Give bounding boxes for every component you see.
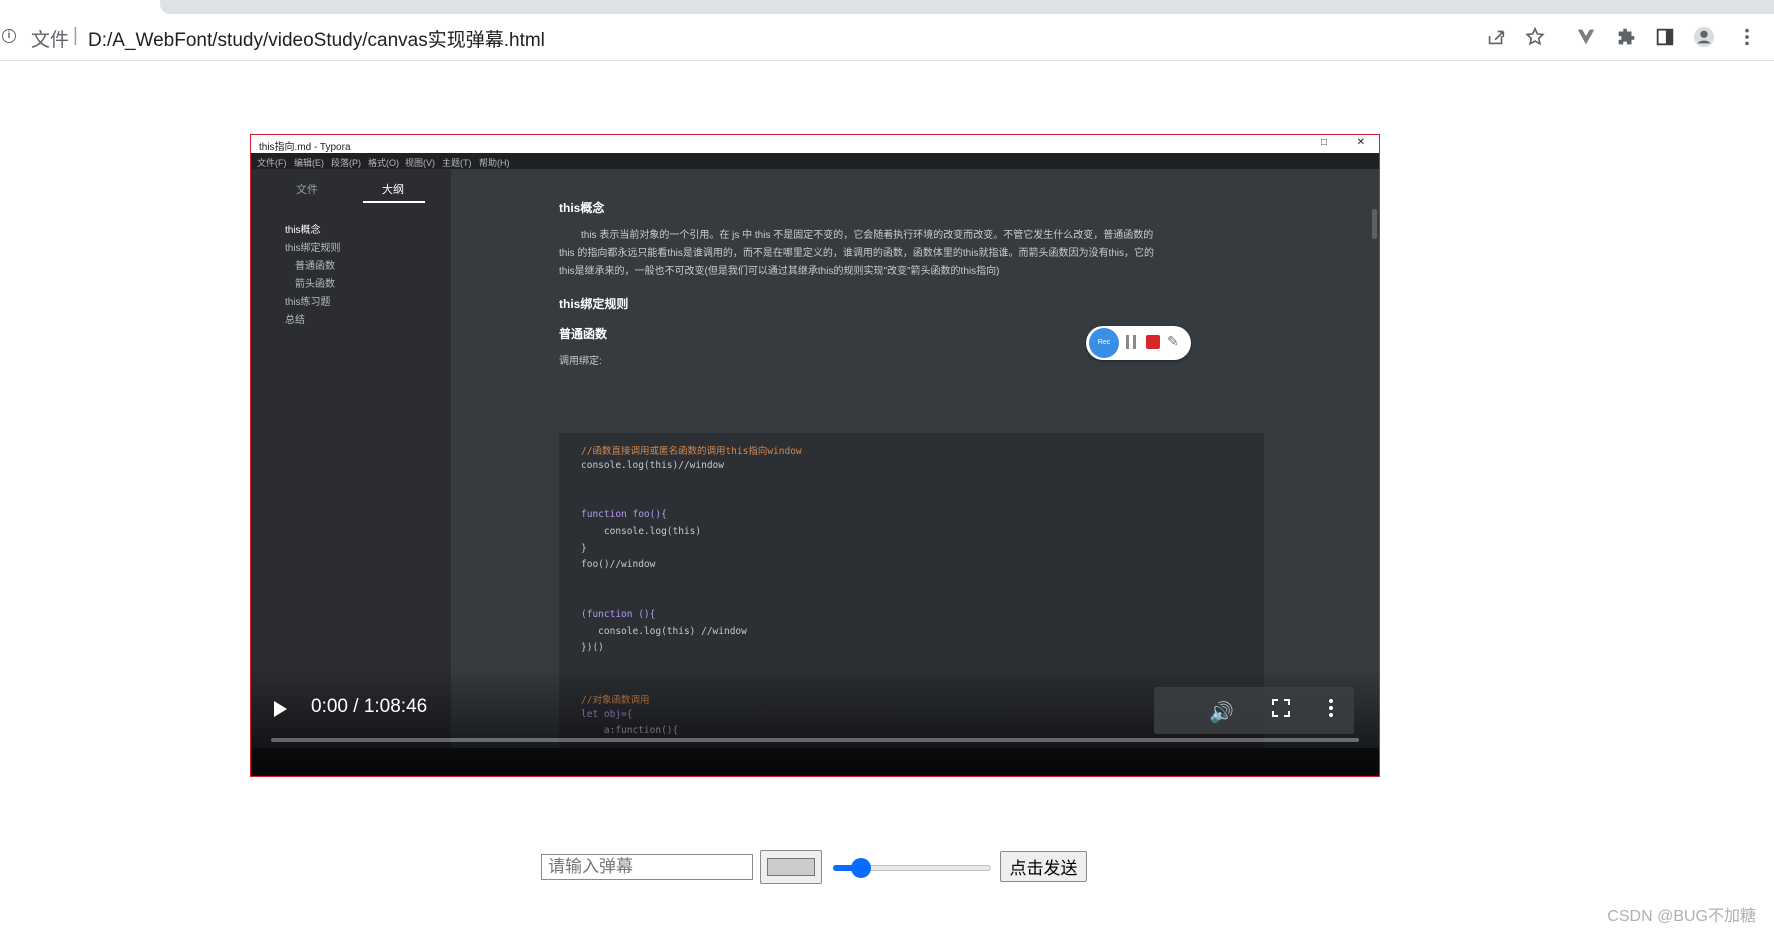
file-scheme-label: 文件 <box>31 30 70 51</box>
stop-icon <box>1146 335 1160 349</box>
menu-icon[interactable] <box>1735 25 1759 49</box>
tab-strip <box>0 0 1774 14</box>
send-danmu-button[interactable]: 点击发送 <box>1000 851 1087 882</box>
code-line: foo()//window <box>581 559 656 571</box>
play-icon[interactable] <box>274 701 287 717</box>
more-options-icon[interactable] <box>1329 699 1333 719</box>
menu-item: 视图(V) <box>405 158 435 168</box>
danmu-speed-slider[interactable] <box>833 858 991 878</box>
vue-devtools-icon[interactable] <box>1574 25 1598 49</box>
maximize-icon: □ <box>1320 137 1327 148</box>
menu-item: 编辑(E) <box>294 158 324 168</box>
recorded-window-titlebar: this指向.md - Typora □ ✕ <box>251 135 1379 153</box>
url-text[interactable]: D:/A_WebFont/study/videoStudy/canvas实现弹幕… <box>88 25 545 52</box>
share-icon[interactable] <box>1484 25 1508 49</box>
screen-recorder-widget: Rec ✎ <box>1086 326 1191 360</box>
recorded-window-title: this指向.md - Typora <box>259 142 351 153</box>
call-binding-label: 调用绑定: <box>559 356 602 367</box>
site-info-icon[interactable]: i <box>2 29 16 43</box>
outline-item: this练习题 <box>285 297 331 308</box>
code-line: })() <box>581 642 604 654</box>
tab-outline: 大纲 <box>382 184 404 196</box>
menu-item: 帮助(H) <box>479 158 510 168</box>
side-panel-icon[interactable] <box>1653 25 1677 49</box>
menu-item: 文件(F) <box>257 158 287 168</box>
video-player[interactable]: this指向.md - Typora □ ✕ 文件(F) 编辑(E) 段落(P)… <box>250 134 1380 777</box>
menu-item: 格式(O) <box>368 158 399 168</box>
fullscreen-icon[interactable] <box>1272 699 1290 717</box>
paragraph-line: this 的指向都永远只能看this是谁调用的，而不是在哪里定义的，谁调用的函数… <box>559 248 1155 259</box>
video-controls-overflow: 🔊 <box>1154 687 1354 734</box>
tab-strip-bg <box>160 0 1774 14</box>
paragraph-line: this 表示当前对象的一个引用。在 js 中 this 不是固定不变的，它会随… <box>581 230 1154 241</box>
csdn-watermark: CSDN @BUG不加糖 <box>1607 908 1756 925</box>
outline-item: 总结 <box>285 315 305 326</box>
code-line: (function (){ <box>581 609 656 620</box>
heading-normal-function: 普通函数 <box>559 327 608 341</box>
tab-files: 文件 <box>296 184 318 196</box>
outline-item: 普通函数 <box>295 261 335 272</box>
paragraph: this 表示当前对象的一个引用。在 js 中 this 不是固定不变的，它会随… <box>559 227 1269 281</box>
volume-icon[interactable]: 🔊 <box>1209 700 1234 725</box>
pen-icon: ✎ <box>1167 333 1179 349</box>
danmu-color-picker[interactable] <box>760 850 822 884</box>
scheme-separator: | <box>73 25 78 46</box>
video-progress-bar[interactable] <box>271 738 1359 742</box>
pause-icon <box>1126 335 1138 349</box>
extensions-icon[interactable] <box>1614 25 1638 49</box>
menu-item: 主题(T) <box>442 158 472 168</box>
time-display: 0:00 / 1:08:46 <box>311 696 428 717</box>
active-tab-underline <box>363 201 425 203</box>
heading-binding-rules: this绑定规则 <box>559 297 629 311</box>
recorder-timer: Rec <box>1089 328 1119 358</box>
danmu-text-input[interactable] <box>541 854 753 880</box>
outline-item: 箭头函数 <box>295 279 335 290</box>
star-icon[interactable] <box>1523 25 1547 49</box>
outline-item: this概念 <box>285 225 321 236</box>
close-icon: ✕ <box>1356 137 1365 148</box>
code-line: console.log(this)//window <box>581 459 724 471</box>
paragraph-line: this是继承来的，一般也不可改变(但是我们可以通过其继承this的规则实现"改… <box>559 266 1000 277</box>
code-line: console.log(this) <box>581 526 702 537</box>
editor-scrollbar <box>1372 209 1377 239</box>
profile-icon[interactable] <box>1692 25 1716 49</box>
code-line: //函数直接调用或匿名函数的调用this指向window <box>581 446 802 457</box>
address-bar[interactable]: i 文件 | D:/A_WebFont/study/videoStudy/can… <box>0 14 1774 61</box>
recorded-menubar: 文件(F) 编辑(E) 段落(P) 格式(O) 视图(V) 主题(T) 帮助(H… <box>251 153 1379 169</box>
menu-item: 段落(P) <box>331 158 361 168</box>
slider-thumb[interactable] <box>851 858 872 878</box>
code-line: function foo(){ <box>581 509 667 521</box>
code-line: console.log(this) //window <box>581 625 747 637</box>
color-swatch <box>767 858 815 876</box>
code-line: } <box>581 542 587 554</box>
heading-this-concept: this概念 <box>559 201 605 215</box>
outline-item: this绑定规则 <box>285 243 341 254</box>
